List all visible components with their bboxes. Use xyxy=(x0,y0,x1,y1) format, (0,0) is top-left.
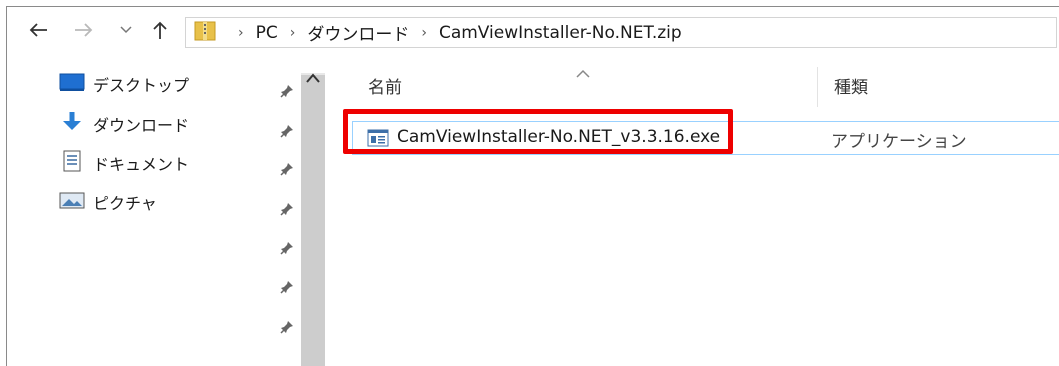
pin-icon[interactable] xyxy=(279,240,295,256)
sidebar-item-label: デスクトップ xyxy=(93,76,190,95)
pin-icon[interactable] xyxy=(279,83,295,99)
breadcrumb-downloads[interactable]: ダウンロード xyxy=(307,20,409,45)
explorer-window: › PC › ダウンロード › CamViewInstaller-No.NET.… xyxy=(6,6,1059,366)
sidebar-scrollbar-thumb[interactable] xyxy=(301,75,325,366)
column-header-name[interactable]: 名前 xyxy=(368,73,402,98)
column-header-type[interactable]: 種類 xyxy=(834,73,868,98)
file-type: アプリケーション xyxy=(831,132,967,152)
up-arrow-icon[interactable] xyxy=(147,17,173,43)
download-icon xyxy=(59,111,85,137)
pictures-icon xyxy=(59,190,85,214)
pin-icon[interactable] xyxy=(279,279,295,295)
address-bar-row: › PC › ダウンロード › CamViewInstaller-No.NET.… xyxy=(7,7,1059,57)
desktop-icon xyxy=(59,72,85,96)
breadcrumb-separator-icon: › xyxy=(238,24,244,41)
column-divider[interactable] xyxy=(817,67,818,107)
address-bar[interactable]: › PC › ダウンロード › CamViewInstaller-No.NET.… xyxy=(185,17,1057,48)
exe-app-icon xyxy=(367,129,389,151)
breadcrumb-separator-icon: › xyxy=(421,24,427,41)
sidebar-item-documents[interactable]: ドキュメント xyxy=(59,148,189,178)
sidebar-item-pictures[interactable]: ピクチャ xyxy=(59,187,157,217)
breadcrumb-pc[interactable]: PC xyxy=(256,23,278,43)
sidebar-item-label: ピクチャ xyxy=(93,194,157,213)
back-arrow-icon[interactable] xyxy=(25,17,51,43)
file-name: CamViewInstaller-No.NET_v3.3.16.exe xyxy=(397,127,721,147)
sidebar-item-downloads[interactable]: ダウンロード xyxy=(59,109,189,139)
sidebar-item-desktop[interactable]: デスクトップ xyxy=(59,69,189,99)
scroll-up-arrow-icon[interactable] xyxy=(305,69,321,83)
pin-icon[interactable] xyxy=(279,201,295,217)
pin-icon[interactable] xyxy=(279,161,295,177)
file-row[interactable]: CamViewInstaller-No.NET_v3.3.16.exe アプリケ… xyxy=(352,121,1059,155)
documents-icon xyxy=(59,150,85,176)
breadcrumb-zip[interactable]: CamViewInstaller-No.NET.zip xyxy=(439,23,682,43)
pin-icon[interactable] xyxy=(279,123,295,139)
pin-icon[interactable] xyxy=(279,319,295,335)
zip-folder-icon xyxy=(194,20,216,46)
file-list: 名前 種類 CamViewInstaller-No.NET_v3.3.16.ex… xyxy=(330,57,1059,366)
forward-arrow-icon[interactable] xyxy=(71,17,97,43)
navigation-pane: デスクトップ ダウンロード ドキュメント ピクチャ xyxy=(7,57,330,366)
sidebar-item-label: ダウンロード xyxy=(93,116,190,135)
chevron-down-icon[interactable] xyxy=(113,17,139,43)
sort-ascending-icon xyxy=(576,63,590,82)
sidebar-item-label: ドキュメント xyxy=(93,155,190,174)
breadcrumb-separator-icon: › xyxy=(289,24,296,41)
